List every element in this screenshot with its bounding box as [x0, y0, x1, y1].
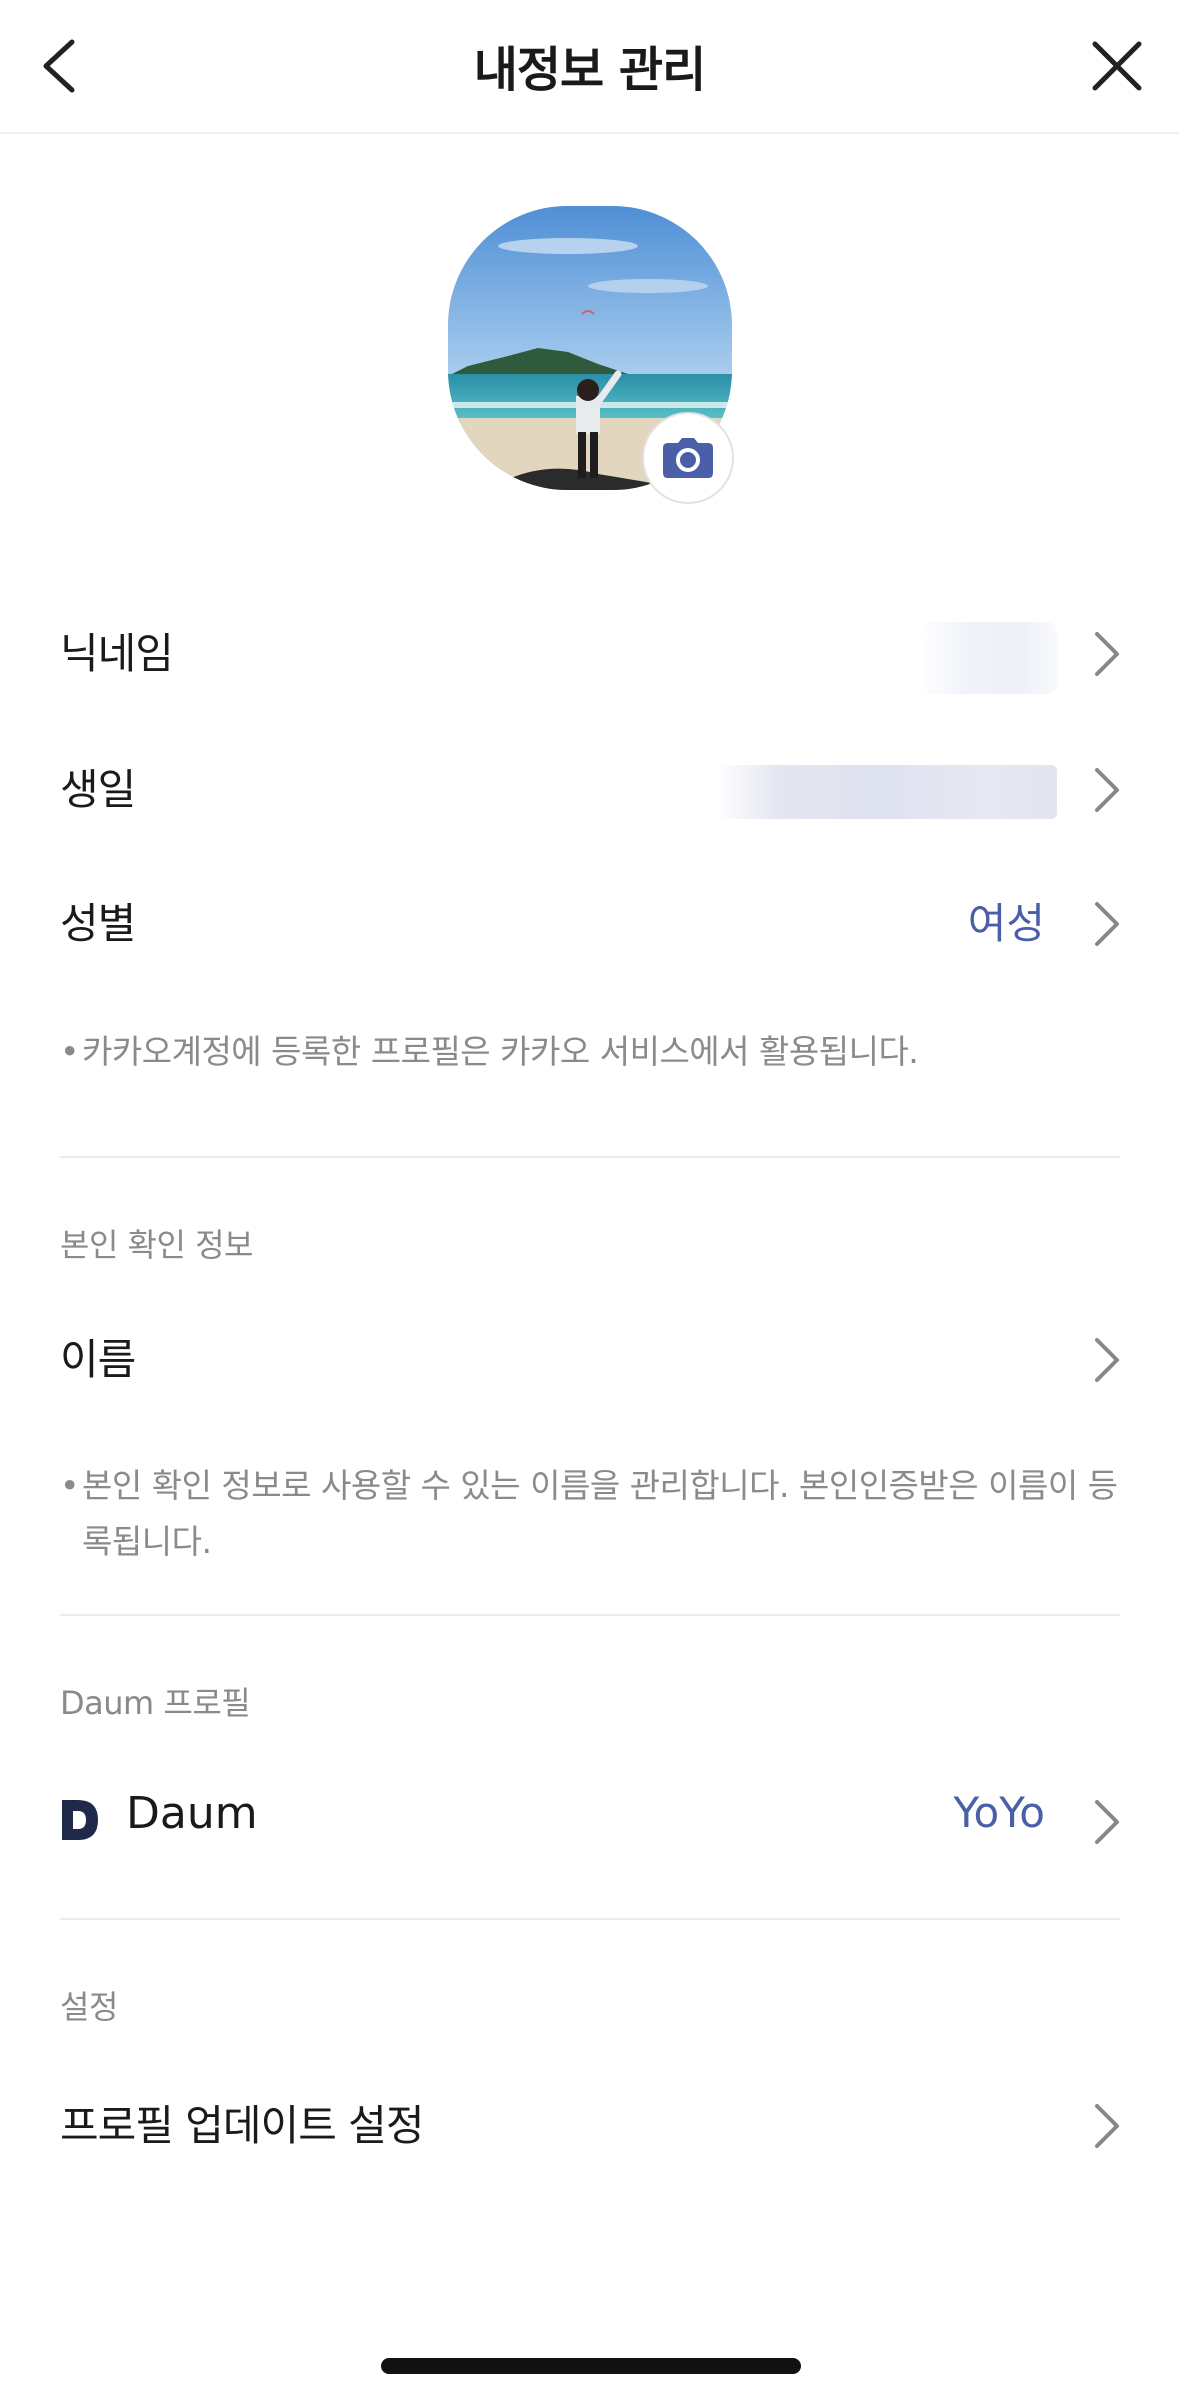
nickname-label: 닉네임 [60, 629, 174, 678]
gender-value: 여성 [967, 899, 1045, 948]
home-indicator [381, 2358, 801, 2374]
profile-update-settings-label: 프로필 업데이트 설정 [60, 2101, 424, 2150]
bullet: • [60, 1466, 79, 1505]
daum-row[interactable]: Daum YoYo [0, 1760, 1179, 1880]
close-icon[interactable] [1085, 32, 1149, 100]
bullet: • [60, 1032, 79, 1071]
gender-label: 성별 [60, 899, 136, 948]
divider [60, 1614, 1120, 1616]
profile-update-settings-row[interactable]: 프로필 업데이트 설정 [0, 2064, 1179, 2184]
identity-note-text: 본인 확인 정보로 사용할 수 있는 이름을 관리합니다. 본인인증받은 이름이… [82, 1466, 1118, 1561]
nickname-row[interactable]: 닉네임 [0, 592, 1179, 712]
birthday-row[interactable]: 생일 [0, 728, 1179, 848]
profile-note: • 카카오계정에 등록한 프로필은 카카오 서비스에서 활용됩니다. [60, 1024, 1120, 1080]
camera-icon [663, 438, 713, 478]
identity-note: • 본인 확인 정보로 사용할 수 있는 이름을 관리합니다. 본인인증받은 이… [60, 1458, 1120, 1570]
birthday-value-redacted [717, 765, 1057, 819]
chevron-right-icon [1095, 1338, 1119, 1382]
daum-value: YoYo [953, 1788, 1045, 1837]
profile-note-text: 카카오계정에 등록한 프로필은 카카오 서비스에서 활용됩니다. [82, 1032, 919, 1071]
profile-photo[interactable] [448, 206, 734, 504]
daum-logo-icon [62, 1800, 98, 1840]
camera-button[interactable] [642, 412, 734, 504]
identity-section-label: 본인 확인 정보 [60, 1226, 253, 1264]
gender-row[interactable]: 성별 여성 [0, 862, 1179, 982]
name-label: 이름 [60, 1335, 136, 1384]
top-bar: 내정보 관리 [0, 0, 1179, 134]
chevron-right-icon [1095, 1800, 1119, 1844]
chevron-right-icon [1095, 768, 1119, 812]
daum-section-label: Daum 프로필 [60, 1684, 251, 1722]
divider [60, 1156, 1120, 1158]
birthday-label: 생일 [60, 765, 136, 814]
nickname-value-redacted [917, 622, 1057, 694]
page-title: 내정보 관리 [473, 42, 707, 98]
chevron-right-icon [1095, 632, 1119, 676]
divider [60, 1918, 1120, 1920]
settings-section-label: 설정 [60, 1988, 118, 2026]
name-row[interactable]: 이름 [0, 1298, 1179, 1418]
daum-label: Daum [126, 1788, 258, 1839]
chevron-right-icon [1095, 902, 1119, 946]
chevron-right-icon [1095, 2104, 1119, 2148]
